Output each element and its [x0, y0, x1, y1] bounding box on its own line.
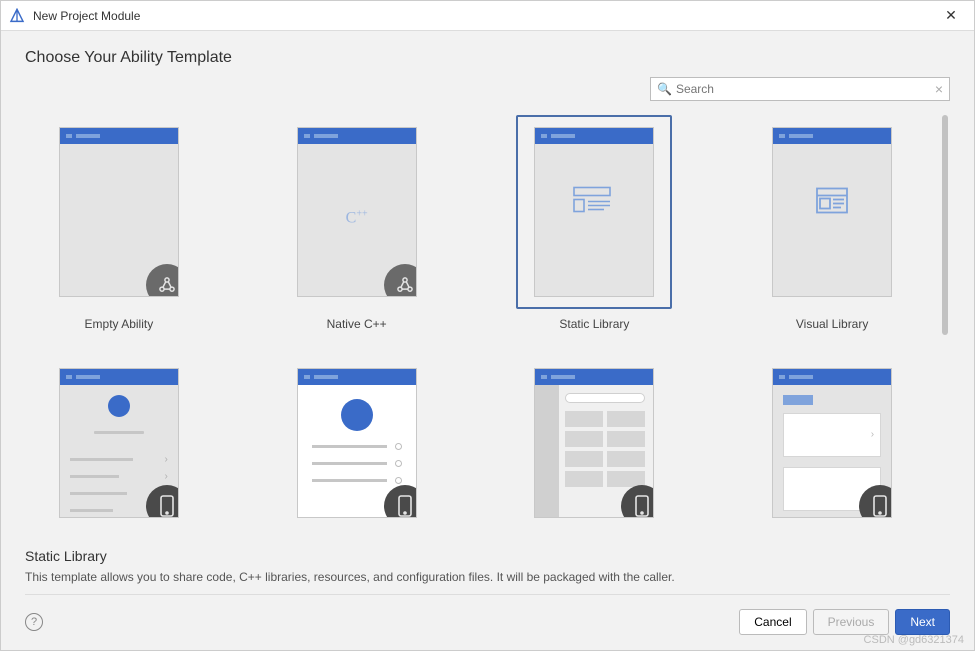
- graph-icon: [384, 264, 417, 297]
- template-grid-wrap: Empty Ability C++ Native C++: [25, 115, 950, 536]
- next-button[interactable]: Next: [895, 609, 950, 635]
- template-label: Empty Ability: [85, 317, 154, 331]
- help-icon[interactable]: ?: [25, 613, 43, 631]
- template-row2-a[interactable]: › › › ›: [25, 356, 213, 537]
- description-area: Static Library This template allows you …: [25, 536, 950, 594]
- template-grid: Empty Ability C++ Native C++: [25, 115, 938, 536]
- template-label: Static Library: [559, 317, 629, 331]
- cpp-icon: C++: [346, 208, 368, 227]
- library-icon: [572, 185, 616, 218]
- close-button[interactable]: ✕: [936, 7, 966, 24]
- titlebar: New Project Module ✕: [1, 1, 974, 31]
- footer: ? Cancel Previous Next: [25, 594, 950, 638]
- graph-icon: [146, 264, 179, 297]
- scrollbar[interactable]: [942, 115, 950, 536]
- template-native-cpp[interactable]: C++ Native C++: [263, 115, 451, 338]
- previous-button: Previous: [813, 609, 890, 635]
- content-area: Choose Your Ability Template 🔍 ×: [1, 31, 974, 650]
- phone-icon: [384, 485, 417, 518]
- search-box[interactable]: 🔍 ×: [650, 77, 950, 101]
- template-row2-d[interactable]: › ›: [738, 356, 926, 537]
- description-title: Static Library: [25, 548, 950, 564]
- template-static-library[interactable]: Static Library: [501, 115, 689, 338]
- template-empty-ability[interactable]: Empty Ability: [25, 115, 213, 338]
- template-visual-library[interactable]: Visual Library: [738, 115, 926, 338]
- app-logo-icon: [9, 8, 25, 24]
- search-icon: 🔍: [657, 82, 672, 96]
- template-row2-b[interactable]: [263, 356, 451, 537]
- window-title: New Project Module: [33, 9, 936, 23]
- page-heading: Choose Your Ability Template: [25, 49, 950, 67]
- template-label: Native C++: [327, 317, 387, 331]
- template-row2-c[interactable]: [501, 356, 689, 537]
- search-input[interactable]: [676, 82, 935, 96]
- cancel-button[interactable]: Cancel: [739, 609, 806, 635]
- template-label: Visual Library: [796, 317, 868, 331]
- clear-icon[interactable]: ×: [935, 81, 943, 97]
- description-text: This template allows you to share code, …: [25, 570, 950, 584]
- newspaper-icon: [816, 187, 848, 216]
- search-row: 🔍 ×: [25, 77, 950, 101]
- scrollbar-thumb[interactable]: [942, 115, 948, 335]
